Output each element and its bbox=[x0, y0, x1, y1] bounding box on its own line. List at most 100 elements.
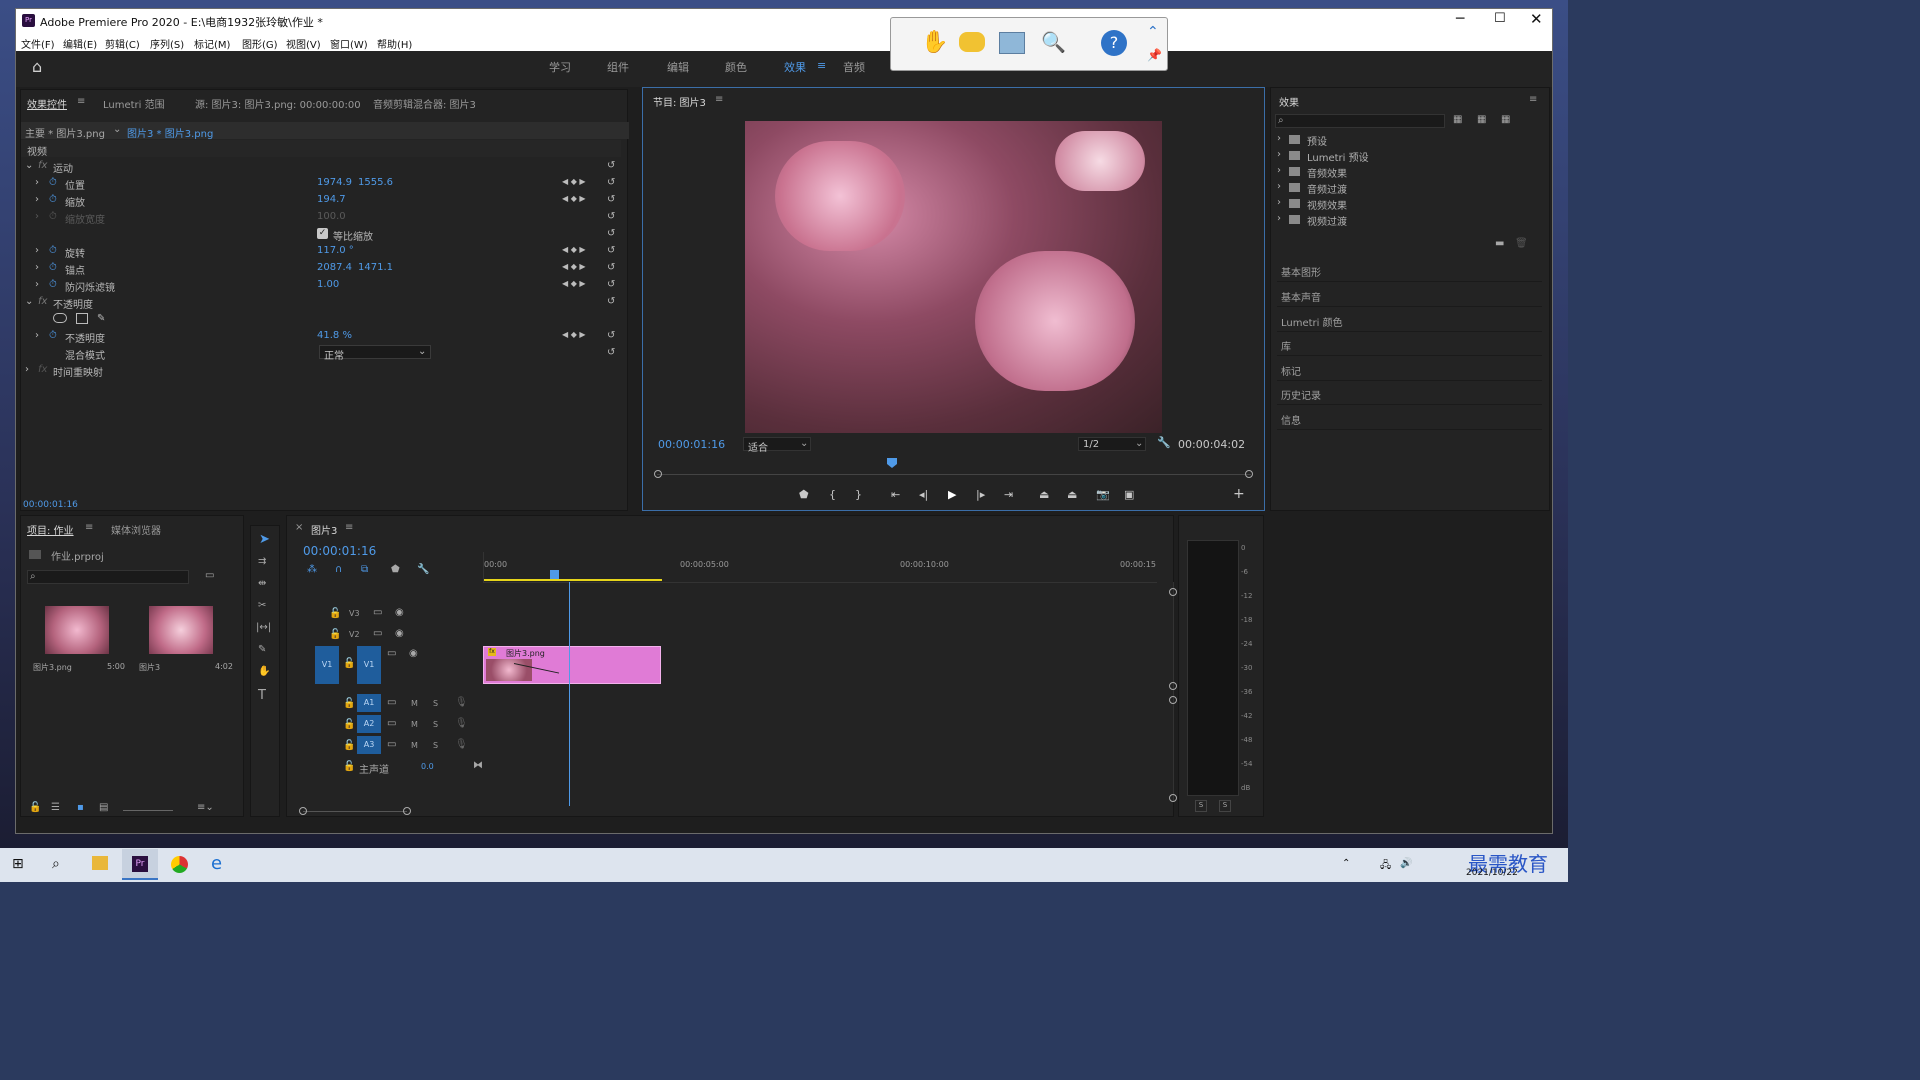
mark-in-icon[interactable]: { bbox=[829, 488, 836, 501]
property-value[interactable]: 117.0 ° bbox=[317, 245, 354, 256]
sync-lock-icon[interactable]: ▭ bbox=[387, 648, 396, 659]
home-icon[interactable]: ⌂ bbox=[32, 57, 42, 76]
help-icon[interactable]: ? bbox=[1101, 30, 1127, 56]
track-select-icon[interactable]: ⇉ bbox=[258, 556, 266, 567]
rectangle-mask-icon[interactable] bbox=[76, 313, 88, 324]
lock-icon[interactable]: 🔓 bbox=[343, 740, 355, 751]
scroll-handle[interactable] bbox=[299, 807, 307, 815]
go-to-in-icon[interactable]: ⇤ bbox=[891, 488, 900, 501]
freeform-view-icon[interactable]: ▤ bbox=[99, 802, 108, 813]
sort-icon[interactable]: ≡⌄ bbox=[197, 802, 214, 813]
network-icon[interactable]: 🖧 bbox=[1380, 858, 1391, 875]
reset-icon[interactable]: ↺ bbox=[607, 262, 615, 273]
stopwatch-icon[interactable]: ⏱ bbox=[49, 194, 57, 205]
reset-icon[interactable]: ↺ bbox=[607, 228, 615, 239]
resolution-select[interactable]: 1/2 ⌄ bbox=[1078, 437, 1146, 451]
workspace-learn[interactable]: 学习 bbox=[549, 59, 571, 75]
reset-icon[interactable]: ↺ bbox=[607, 330, 615, 341]
property-row[interactable]: › ⏱ 不透明度 41.8 % ◀ ◆ ▶ ↺ bbox=[21, 327, 621, 345]
sync-lock-icon[interactable]: ▭ bbox=[387, 718, 396, 729]
yuv-effects-icon[interactable]: ▦ bbox=[1501, 114, 1510, 125]
property-value-x[interactable]: 1974.9 bbox=[317, 177, 352, 188]
effects-search-input[interactable]: ⌕ bbox=[1275, 114, 1445, 128]
media-thumbnail[interactable] bbox=[45, 606, 109, 654]
stopwatch-icon[interactable]: ⏱ bbox=[49, 279, 57, 290]
collapse-icon[interactable]: ⌃ bbox=[1147, 24, 1159, 40]
wrench-icon[interactable]: 🔧 bbox=[1157, 436, 1171, 449]
solo-left-button[interactable]: S bbox=[1195, 800, 1207, 812]
sequence-thumbnail[interactable] bbox=[149, 606, 213, 654]
lock-icon[interactable]: 🔓 bbox=[329, 608, 341, 619]
section-markers[interactable]: 标记 bbox=[1277, 357, 1542, 381]
property-row[interactable]: › ⏱ 旋转 117.0 ° ◀ ◆ ▶ ↺ bbox=[21, 242, 621, 260]
ripple-edit-icon[interactable]: ⇹ bbox=[258, 578, 266, 589]
tray-chevron-icon[interactable]: ⌃ bbox=[1342, 858, 1350, 869]
file-explorer-icon[interactable] bbox=[92, 856, 108, 870]
section-libraries[interactable]: 库 bbox=[1277, 332, 1542, 356]
uniform-scale-row[interactable]: ✓ 等比缩放 ↺ bbox=[21, 225, 621, 243]
nest-icon[interactable]: ⁂ bbox=[307, 564, 317, 575]
reset-icon[interactable]: ↺ bbox=[607, 279, 615, 290]
tab-lumetri-scopes[interactable]: Lumetri 范围 bbox=[103, 96, 165, 111]
selection-tool-icon[interactable]: ➤ bbox=[259, 532, 270, 547]
scroll-handle[interactable] bbox=[1169, 588, 1177, 596]
playhead-handle[interactable] bbox=[550, 570, 559, 579]
vertical-scrollbar[interactable] bbox=[1173, 582, 1174, 802]
zoom-handle-left[interactable] bbox=[654, 470, 662, 478]
menu-edit[interactable]: 编辑(E) bbox=[63, 36, 97, 51]
property-row[interactable]: › ⏱ 位置 1974.9 1555.6 ◀ ◆ ▶ ↺ bbox=[21, 174, 621, 192]
add-marker-icon[interactable]: ⬟ bbox=[391, 564, 400, 575]
panel-menu-icon[interactable]: ≡ bbox=[715, 94, 723, 105]
pen-mask-icon[interactable]: ✎ bbox=[97, 313, 105, 324]
eye-icon[interactable]: ◉ bbox=[395, 628, 404, 639]
property-row[interactable]: › ⏱ 缩放 194.7 ◀ ◆ ▶ ↺ bbox=[21, 191, 621, 209]
scroll-handle[interactable] bbox=[1169, 696, 1177, 704]
effect-folder[interactable]: › 预设 bbox=[1275, 133, 1540, 149]
tab-audio-mixer[interactable]: 音频剪辑混合器: 图片3 bbox=[373, 96, 476, 111]
reset-icon[interactable]: ↺ bbox=[607, 347, 615, 358]
playhead-marker[interactable] bbox=[887, 458, 897, 468]
thumbnail-size-slider[interactable] bbox=[123, 810, 173, 811]
search-icon[interactable]: ⌕ bbox=[52, 856, 60, 872]
list-view-icon[interactable]: ☰ bbox=[51, 802, 60, 813]
sync-lock-icon[interactable]: ▭ bbox=[387, 697, 396, 708]
solo-button[interactable]: S bbox=[433, 720, 438, 729]
stopwatch-icon[interactable]: ⏱ bbox=[49, 177, 57, 188]
hand-tool-icon[interactable]: ✋ bbox=[258, 666, 270, 677]
property-value[interactable]: 1.00 bbox=[317, 279, 339, 290]
step-forward-icon[interactable]: |▸ bbox=[976, 488, 985, 501]
track-label-v1[interactable]: V1 bbox=[357, 646, 381, 684]
lock-icon[interactable]: 🔓 bbox=[343, 719, 355, 730]
keyframe-nav-icon[interactable]: ◀ ◆ ▶ bbox=[562, 279, 586, 288]
sequence-tab[interactable]: 图片3 bbox=[311, 522, 337, 537]
effect-controls-timecode[interactable]: 00:00:01:16 bbox=[23, 500, 78, 510]
master-clip[interactable]: 主要 * 图片3.png bbox=[25, 125, 105, 140]
eye-icon[interactable]: ◉ bbox=[395, 607, 404, 618]
windows-start-icon[interactable]: ⊞ bbox=[12, 856, 24, 872]
property-value-x[interactable]: 2087.4 bbox=[317, 262, 352, 273]
workspace-audio[interactable]: 音频 bbox=[843, 59, 865, 75]
keyframe-nav-icon[interactable]: ◀ ◆ ▶ bbox=[562, 330, 586, 339]
panel-menu-icon[interactable]: ≡ bbox=[345, 522, 353, 533]
lock-icon[interactable]: 🔓 bbox=[343, 761, 355, 772]
opacity-group-row[interactable]: ⌄ fx 不透明度 ↺ bbox=[21, 293, 621, 311]
minimize-icon[interactable]: ─ bbox=[1456, 11, 1464, 27]
effect-folder[interactable]: › 视频效果 bbox=[1275, 197, 1540, 213]
expand-icon[interactable]: › bbox=[35, 279, 39, 290]
sync-lock-icon[interactable]: ▭ bbox=[373, 607, 382, 618]
add-button-icon[interactable]: + bbox=[1233, 486, 1245, 502]
tab-project[interactable]: 项目: 作业 bbox=[27, 522, 74, 537]
playback-scrubber[interactable] bbox=[657, 474, 1251, 475]
menu-clip[interactable]: 剪辑(C) bbox=[105, 36, 140, 51]
type-tool-icon[interactable]: T bbox=[258, 688, 266, 703]
go-to-out-icon[interactable]: ⇥ bbox=[1004, 488, 1013, 501]
volume-icon[interactable]: 🔊 bbox=[1400, 858, 1412, 869]
track-label[interactable]: A2 bbox=[357, 715, 381, 733]
mark-out-icon[interactable]: } bbox=[855, 488, 862, 501]
menu-help[interactable]: 帮助(H) bbox=[377, 36, 412, 51]
scroll-handle[interactable] bbox=[1169, 794, 1177, 802]
section-essential-graphics[interactable]: 基本图形 bbox=[1277, 258, 1542, 282]
menu-sequence[interactable]: 序列(S) bbox=[150, 36, 184, 51]
new-bin-icon[interactable]: ▬ bbox=[1495, 238, 1504, 249]
track-label[interactable]: V2 bbox=[349, 630, 360, 639]
